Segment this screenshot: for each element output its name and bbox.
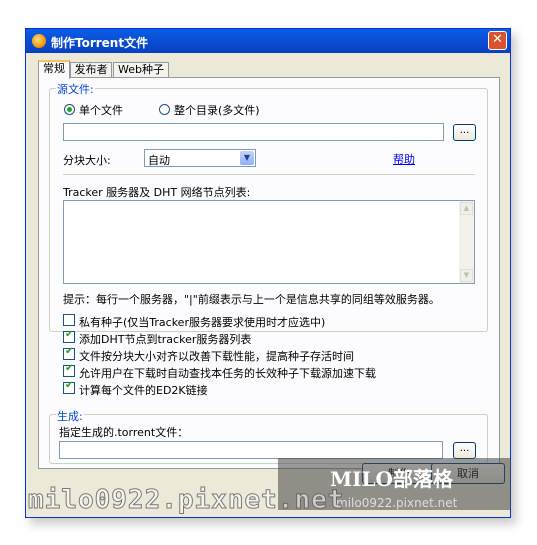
source-browse-button[interactable]: ...: [453, 124, 476, 141]
app-icon: [32, 34, 46, 48]
window-title: 制作Torrent文件: [51, 36, 149, 50]
title-bar[interactable]: 制作Torrent文件 ✕: [26, 29, 510, 53]
output-browse-button[interactable]: ...: [453, 442, 476, 459]
whole-dir-label: 整个目录(多文件): [174, 104, 260, 117]
ed2k-checkbox[interactable]: [63, 380, 75, 394]
close-icon: ✕: [492, 32, 503, 47]
tab-web-seeds[interactable]: Web种子: [113, 62, 169, 78]
ed2k-label: 计算每个文件的ED2K链接: [79, 384, 208, 397]
source-path-input[interactable]: [63, 123, 444, 141]
tab-publisher[interactable]: 发布者: [70, 62, 112, 78]
auto-seed-checkbox[interactable]: [63, 363, 75, 377]
output-label: 指定生成的.torrent文件：: [59, 426, 189, 439]
tab-panel-general: 源文件: 单个文件 整个目录(多文件) ... 分块大小: 自动 ▼ 帮助 Tr…: [38, 77, 500, 469]
tracker-hint: 提示：每行一个服务器，"|"前缀表示与上一个是信息共享的同组等效服务器。: [63, 293, 440, 306]
block-size-value: 自动: [148, 154, 170, 167]
auto-seed-label: 允许用户在下载时自动查找本任务的长效种子下载源加速下载: [79, 367, 376, 380]
tab-general[interactable]: 常规: [38, 60, 70, 79]
close-button[interactable]: ✕: [488, 31, 507, 50]
output-path-input[interactable]: [59, 441, 443, 459]
block-size-label: 分块大小:: [63, 154, 111, 167]
output-legend: 生成:: [56, 408, 84, 424]
watermark-subtitle: milo0922.pixnet.net: [336, 496, 458, 510]
add-dht-label: 添加DHT节点到tracker服务器列表: [79, 333, 252, 346]
source-legend: 源文件:: [56, 81, 95, 97]
trackers-label: Tracker 服务器及 DHT 网络节点列表:: [63, 186, 251, 199]
scroll-up-icon[interactable]: ▲: [460, 202, 473, 215]
align-files-checkbox[interactable]: [63, 346, 75, 360]
single-file-label: 单个文件: [79, 104, 123, 117]
add-dht-checkbox[interactable]: [63, 329, 75, 343]
scroll-down-icon[interactable]: ▼: [460, 269, 473, 282]
divider: [63, 174, 475, 175]
private-torrent-checkbox[interactable]: [63, 314, 75, 326]
trackers-scrollbar[interactable]: ▲ ▼: [459, 201, 474, 283]
block-size-select[interactable]: 自动 ▼: [144, 149, 256, 167]
private-torrent-label: 私有种子(仅当Tracker服务器要求使用时才应选中): [79, 316, 326, 329]
align-files-label: 文件按分块大小对齐以改善下载性能，提高种子存活时间: [79, 350, 354, 363]
trackers-textarea[interactable]: ▲ ▼: [63, 200, 475, 284]
make-torrent-dialog: 制作Torrent文件 ✕ 常规 发布者 Web种子 源文件: 单个文件 整个目…: [25, 28, 511, 518]
single-file-radio[interactable]: [64, 104, 75, 115]
help-link[interactable]: 帮助: [393, 151, 415, 167]
watermark-title: MILO部落格: [330, 467, 453, 491]
whole-dir-radio[interactable]: [159, 104, 170, 115]
watermark-url: milo0922.pixnet.net: [27, 485, 345, 516]
chevron-down-icon[interactable]: ▼: [240, 151, 254, 165]
